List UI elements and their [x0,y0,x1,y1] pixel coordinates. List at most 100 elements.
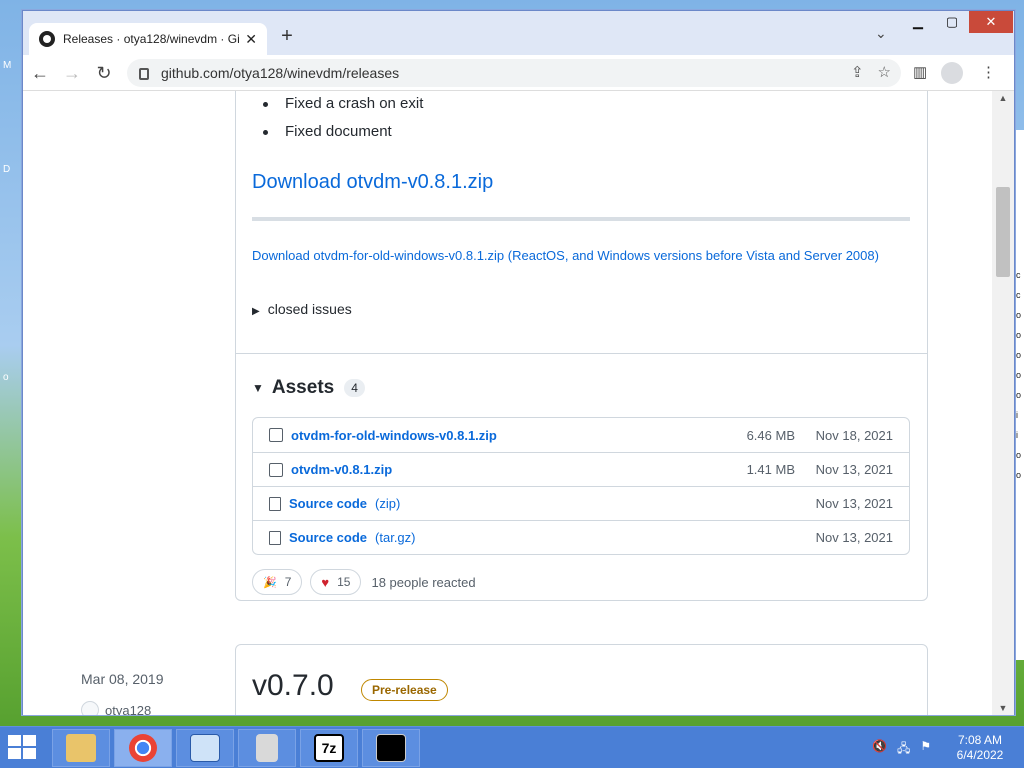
assets-label: Assets [271,377,335,398]
side-panel-icon[interactable]: ▥ [913,63,927,81]
asset-date: Nov 13, 2021 [815,462,893,477]
reaction-heart-button[interactable]: ♥ 15 [310,569,362,595]
asset-size: 6.46 MB [746,427,795,443]
minimize-button[interactable]: ▁ [901,11,935,33]
asset-date: Nov 13, 2021 [815,530,893,545]
browser-toolbar: ← → ↻ github.com/otya128/winevdm/release… [23,55,1014,91]
page-viewport: Fixed a crash on exit Fixed document Dow… [23,91,992,715]
asset-size: 1.41 MB [746,462,795,477]
heart-icon: ♥ [321,574,330,590]
bookmark-star-icon[interactable]: ☆ [878,63,891,81]
release-notes-list: Fixed a crash on exit Fixed document [262,95,423,151]
scroll-down-icon[interactable]: ▼ [992,703,1014,713]
author-name[interactable]: otya128 [105,703,151,716]
taskbar-app[interactable] [238,729,296,767]
asset-row[interactable]: Source code (zip) Nov 13, 2021 [253,486,909,520]
clock-time: 7:08 AM [957,733,1003,747]
asset-row[interactable]: otvdm-v0.8.1.zip 1.41 MB Nov 13, 2021 [253,452,909,486]
download-link-heading[interactable]: Download otvdm-v0.8.1.zip [252,171,493,194]
terminal-icon [376,734,406,762]
asset-name[interactable]: otvdm-v0.8.1.zip [291,462,392,477]
asset-name[interactable]: Source code [289,530,367,545]
url-text: github.com/otya128/winevdm/releases [161,65,400,81]
file-zip-icon [269,496,281,511]
scrollbar-thumb[interactable] [996,187,1010,277]
reaction-tada-button[interactable]: 🎉 7 [252,569,303,595]
chrome-icon [129,734,157,762]
avatar [81,701,99,715]
download-old-windows-link[interactable]: Download otvdm-for-old-windows-v0.8.1.zi… [252,247,912,265]
taskbar-file-explorer[interactable] [52,729,110,767]
taskbar-7zip[interactable]: 7z [300,729,358,767]
new-tab-button[interactable]: + [275,25,299,48]
file-zip-icon [269,530,281,545]
network-icon[interactable]: 🖧 [897,739,910,760]
closed-issues-label: closed issues [267,301,352,317]
profile-avatar-icon[interactable] [941,62,963,84]
background-window-edge: ccoooooiioo [1014,130,1024,660]
taskbar: 7z 🔇 🖧 ⚑ 7:08 AM 6/4/2022 [0,726,1024,768]
list-item: Fixed document [262,123,423,151]
asset-date: Nov 18, 2021 [815,427,893,443]
github-icon [39,31,55,47]
address-bar[interactable]: github.com/otya128/winevdm/releases ⇪ ☆ [127,59,901,87]
assets-count-badge: 4 [344,379,365,397]
control-panel-icon [190,734,220,762]
release-card [235,644,928,715]
tab-title: Releases · otya128/winevdm · Gi [63,32,240,46]
folder-icon [66,734,96,762]
desktop-icons-edge: MDo [3,60,12,383]
tab-search-chevron-icon[interactable]: ⌄ [875,25,887,42]
tab-close-icon[interactable]: ✕ [245,31,257,48]
back-arrow-icon[interactable]: ← [27,61,53,85]
asset-format[interactable]: (tar.gz) [375,530,415,545]
closed-issues-toggle[interactable]: ▶ closed issues [252,301,352,317]
asset-row[interactable]: Source code (tar.gz) Nov 13, 2021 [253,520,909,554]
package-icon [269,462,283,477]
tab-strip: Releases · otya128/winevdm · Gi ✕ + ⌄ ▁ … [23,11,1014,55]
asset-format[interactable]: (zip) [375,496,400,511]
asset-row[interactable]: otvdm-for-old-windows-v0.8.1.zip 6.46 MB… [253,418,909,452]
pre-release-badge: Pre-release [361,679,448,701]
release-date: Mar 08, 2019 [81,671,164,687]
maximize-button[interactable]: ▢ [935,11,969,33]
installer-icon [256,734,278,762]
close-window-button[interactable]: ✕ [969,11,1013,33]
release-version-title[interactable]: v0.7.0 [252,669,334,703]
action-center-icon[interactable]: ⚑ [920,739,931,760]
reactions-summary: 18 people reacted [371,574,476,590]
caret-down-icon: ▼ [252,381,264,395]
vertical-scrollbar[interactable]: ▲ ▼ [992,91,1014,715]
reaction-count: 7 [284,575,292,589]
package-icon [269,428,283,442]
reaction-count: 15 [337,575,351,589]
forward-arrow-icon[interactable]: → [59,61,85,85]
asset-name[interactable]: Source code [289,496,367,511]
asset-name[interactable]: otvdm-for-old-windows-v0.8.1.zip [291,428,497,443]
caret-right-icon: ▶ [252,306,260,317]
scroll-up-icon[interactable]: ▲ [992,93,1014,103]
start-button[interactable] [8,735,38,761]
asset-date: Nov 13, 2021 [815,496,893,511]
taskbar-command-prompt[interactable] [362,729,420,767]
taskbar-control-panel[interactable] [176,729,234,767]
share-icon[interactable]: ⇪ [851,63,864,81]
release-author[interactable]: otya128 [81,701,151,715]
system-tray: 🔇 🖧 ⚑ [872,739,931,760]
lock-icon [139,68,149,80]
clock[interactable]: 7:08 AM 6/4/2022 [946,733,1014,763]
list-item: Fixed a crash on exit [262,95,423,123]
divider [235,353,928,354]
7zip-icon: 7z [314,734,344,762]
browser-window: Releases · otya128/winevdm · Gi ✕ + ⌄ ▁ … [22,10,1015,715]
clock-date: 6/4/2022 [956,748,1004,762]
assets-list: otvdm-for-old-windows-v0.8.1.zip 6.46 MB… [252,417,910,555]
tab-releases[interactable]: Releases · otya128/winevdm · Gi ✕ [29,23,267,55]
tada-icon: 🎉 [263,576,277,589]
kebab-menu-icon[interactable]: ⋮ [981,63,996,81]
reload-icon[interactable]: ↻ [91,61,117,85]
reactions-bar: 🎉 7 ♥ 15 18 people reacted [252,569,476,595]
volume-muted-icon[interactable]: 🔇 [872,739,887,760]
assets-toggle[interactable]: ▼ Assets 4 [252,377,365,399]
taskbar-chrome[interactable] [114,729,172,767]
